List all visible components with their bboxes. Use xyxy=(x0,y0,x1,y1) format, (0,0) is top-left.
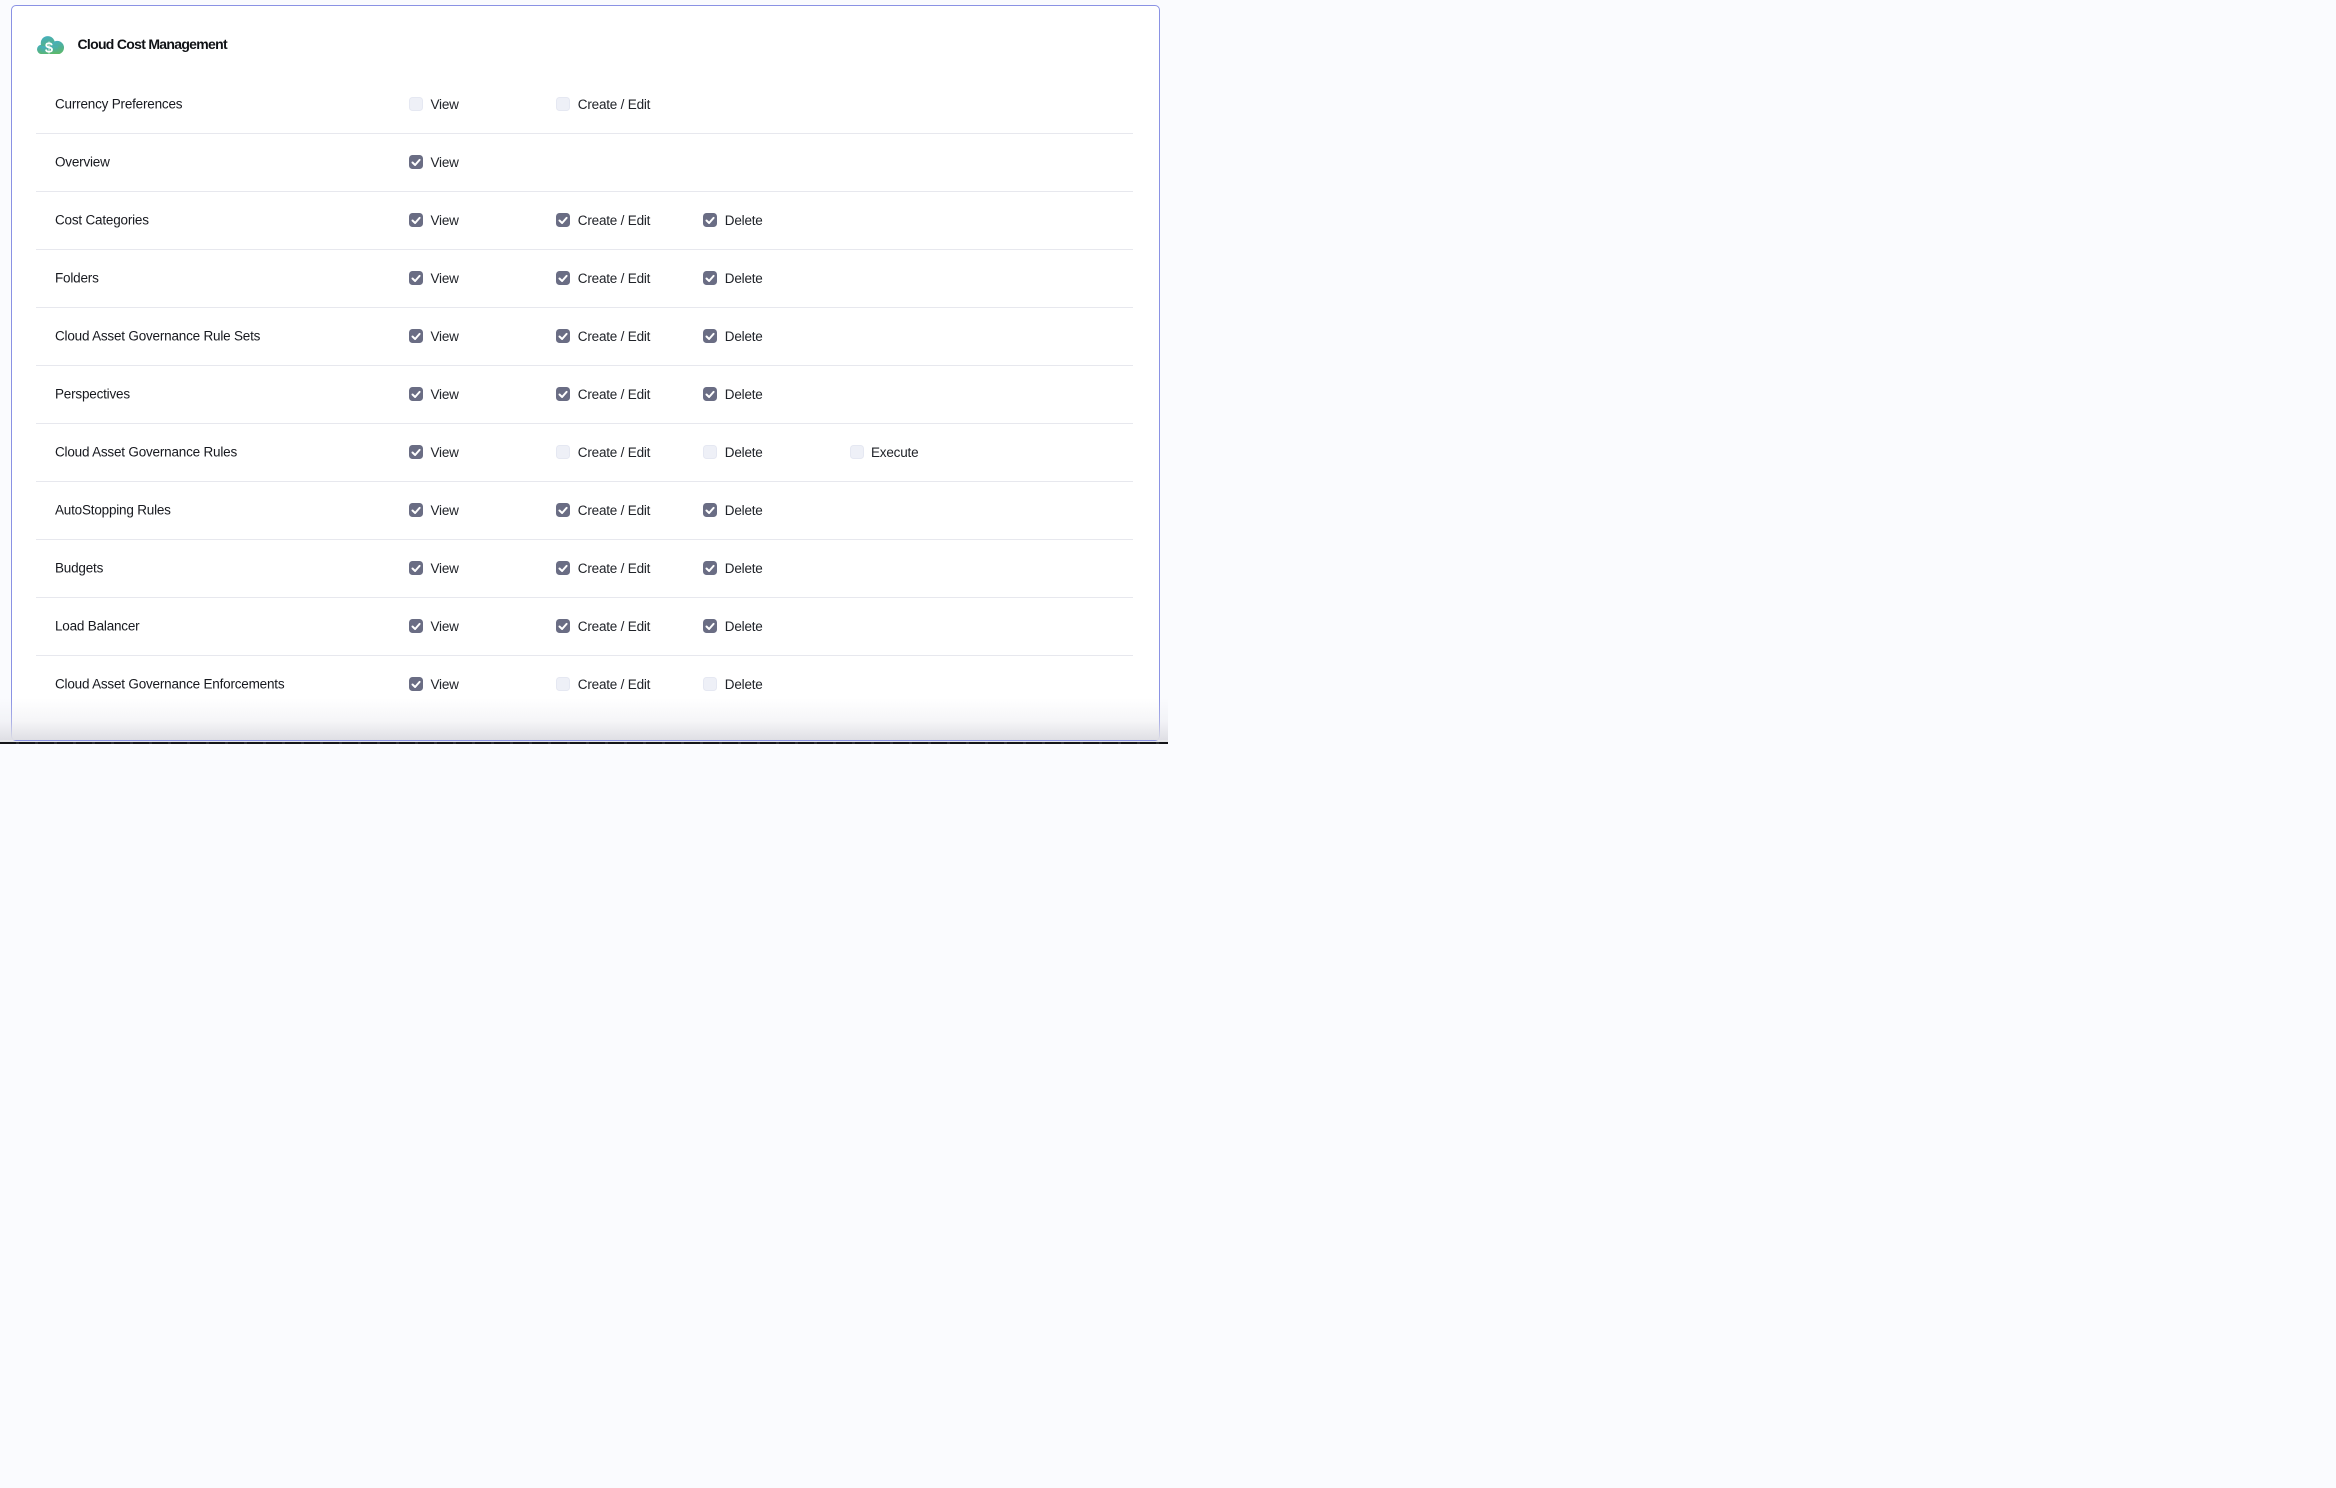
svg-text:$: $ xyxy=(45,41,53,55)
